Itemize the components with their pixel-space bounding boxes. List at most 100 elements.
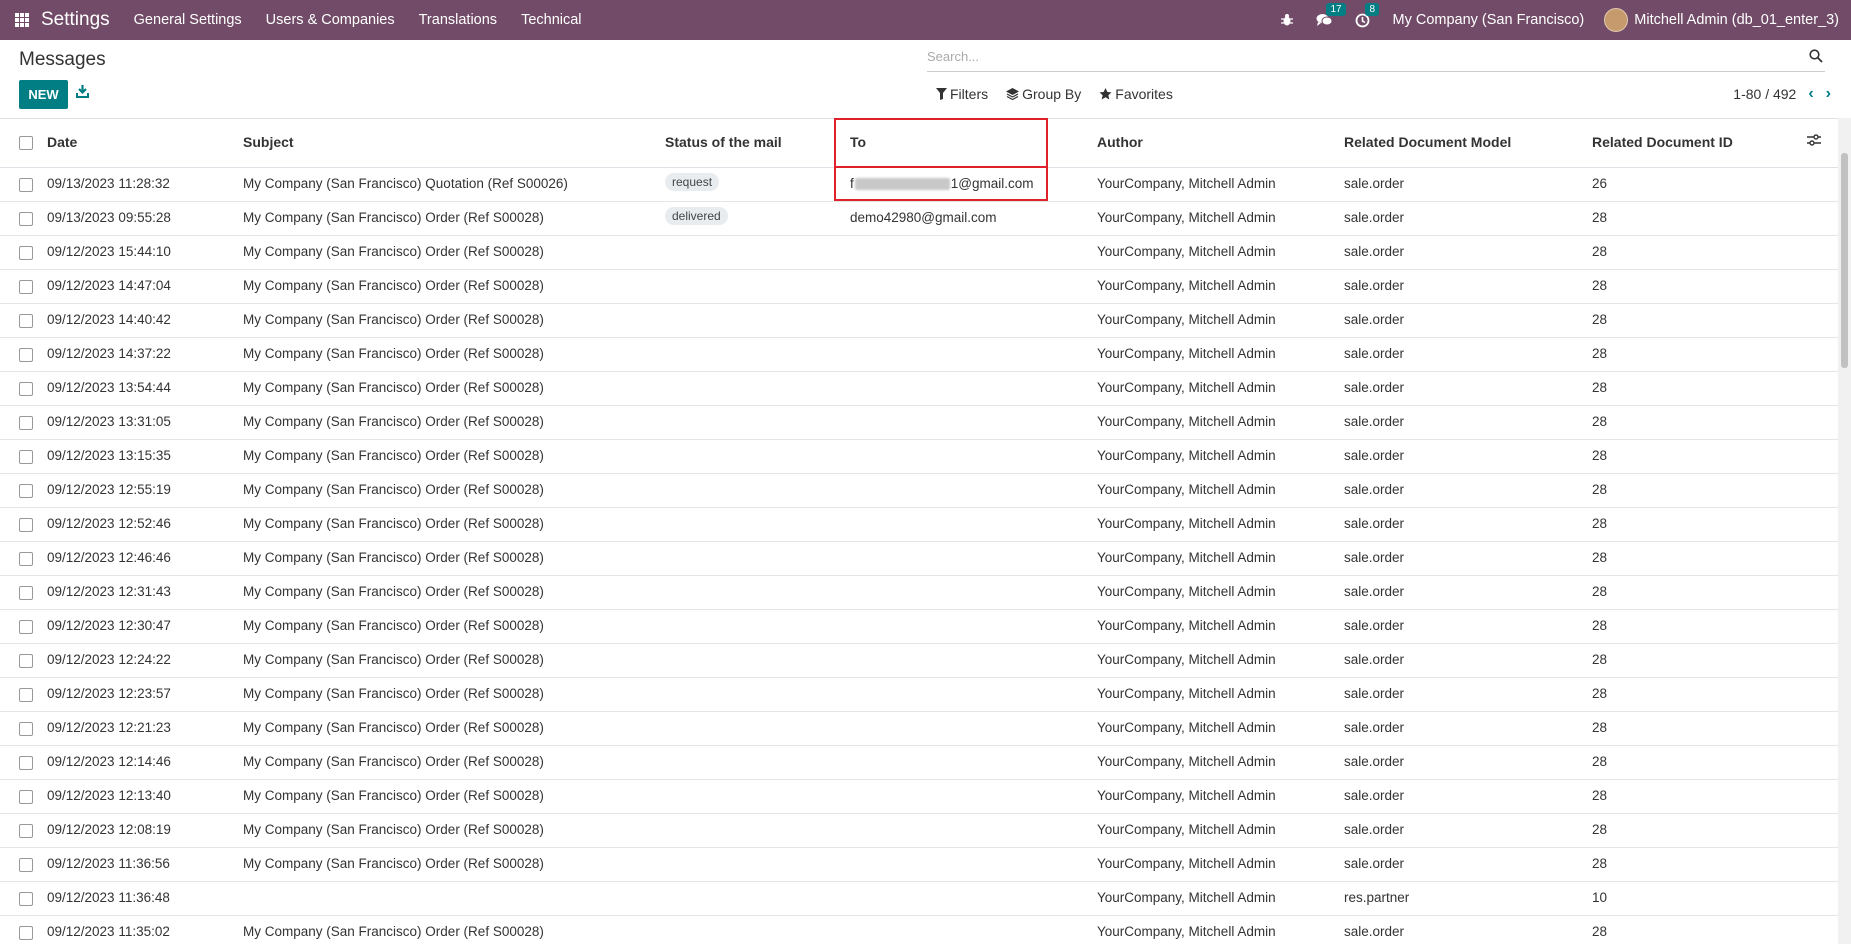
- favorites-button[interactable]: Favorites: [1099, 86, 1173, 102]
- row-checkbox[interactable]: [19, 280, 33, 294]
- table-row[interactable]: 09/12/2023 14:37:22 My Company (San Franc…: [0, 337, 1838, 372]
- col-author[interactable]: Author: [1097, 134, 1143, 150]
- row-checkbox[interactable]: [19, 348, 33, 362]
- cell-res-id: 28: [1592, 550, 1608, 565]
- table-row[interactable]: 09/12/2023 14:40:42 My Company (San Franc…: [0, 303, 1838, 338]
- chat-icon[interactable]: 17: [1316, 3, 1346, 27]
- row-checkbox[interactable]: [19, 518, 33, 532]
- search-bar: [927, 44, 1825, 72]
- row-checkbox[interactable]: [19, 790, 33, 804]
- row-checkbox[interactable]: [19, 552, 33, 566]
- chevron-left-icon[interactable]: ‹: [1808, 85, 1813, 103]
- cell-date: 09/12/2023 12:08:19: [47, 822, 171, 837]
- row-checkbox[interactable]: [19, 654, 33, 668]
- row-checkbox[interactable]: [19, 722, 33, 736]
- row-checkbox[interactable]: [19, 824, 33, 838]
- app-brand[interactable]: Settings: [41, 9, 110, 31]
- table-row[interactable]: 09/12/2023 12:24:22 My Company (San Franc…: [0, 643, 1838, 678]
- col-model[interactable]: Related Document Model: [1344, 134, 1511, 150]
- menu-users-companies[interactable]: Users & Companies: [266, 12, 395, 28]
- col-status[interactable]: Status of the mail: [665, 134, 782, 150]
- select-all-checkbox[interactable]: [19, 136, 33, 150]
- table-row[interactable]: 09/12/2023 11:36:48 YourCompany, Mitchell…: [0, 881, 1838, 916]
- col-date[interactable]: Date: [47, 134, 77, 150]
- row-checkbox[interactable]: [19, 382, 33, 396]
- cell-date: 09/12/2023 12:13:40: [47, 788, 171, 803]
- cell-res-id: 28: [1592, 686, 1608, 701]
- table-row[interactable]: 09/13/2023 09:55:28 My Company (San Franc…: [0, 201, 1838, 236]
- table-row[interactable]: 09/12/2023 15:44:10 My Company (San Franc…: [0, 235, 1838, 270]
- apps-grid-icon[interactable]: [15, 13, 29, 27]
- menu-translations[interactable]: Translations: [419, 12, 497, 28]
- table-row[interactable]: 09/12/2023 11:35:02 My Company (San Franc…: [0, 915, 1838, 944]
- user-menu[interactable]: Mitchell Admin (db_01_enter_3): [1634, 12, 1839, 28]
- row-checkbox[interactable]: [19, 756, 33, 770]
- cell-author: YourCompany, Mitchell Admin: [1097, 550, 1276, 565]
- table-row[interactable]: 09/12/2023 12:23:57 My Company (San Franc…: [0, 677, 1838, 712]
- clock-icon[interactable]: 8: [1355, 2, 1380, 28]
- table-row[interactable]: 09/12/2023 12:08:19 My Company (San Franc…: [0, 813, 1838, 848]
- row-checkbox[interactable]: [19, 892, 33, 906]
- cell-author: YourCompany, Mitchell Admin: [1097, 788, 1276, 803]
- company-switcher[interactable]: My Company (San Francisco): [1392, 12, 1584, 28]
- table-row[interactable]: 09/12/2023 12:30:47 My Company (San Franc…: [0, 609, 1838, 644]
- navbar-right: 17 8 My Company (San Francisco) Mitchell…: [1280, 0, 1851, 40]
- cell-author: YourCompany, Mitchell Admin: [1097, 584, 1276, 599]
- cell-res-id: 28: [1592, 312, 1608, 327]
- cell-model: sale.order: [1344, 278, 1405, 293]
- cell-author: YourCompany, Mitchell Admin: [1097, 618, 1276, 633]
- row-checkbox[interactable]: [19, 450, 33, 464]
- col-res-id[interactable]: Related Document ID: [1592, 134, 1733, 150]
- table-row[interactable]: 09/12/2023 12:31:43 My Company (San Franc…: [0, 575, 1838, 610]
- download-icon[interactable]: [76, 84, 92, 102]
- table-row[interactable]: 09/12/2023 12:55:19 My Company (San Franc…: [0, 473, 1838, 508]
- menu-general-settings[interactable]: General Settings: [134, 12, 242, 28]
- new-button[interactable]: NEW: [19, 80, 68, 109]
- cell-res-id: 28: [1592, 278, 1608, 293]
- pager-value[interactable]: 1-80 / 492: [1733, 86, 1796, 102]
- cell-author: YourCompany, Mitchell Admin: [1097, 924, 1276, 939]
- row-checkbox[interactable]: [19, 858, 33, 872]
- table-row[interactable]: 09/12/2023 13:54:44 My Company (San Franc…: [0, 371, 1838, 406]
- cell-date: 09/12/2023 12:52:46: [47, 516, 171, 531]
- table-row[interactable]: 09/12/2023 12:21:23 My Company (San Franc…: [0, 711, 1838, 746]
- table-row[interactable]: 09/12/2023 14:47:04 My Company (San Franc…: [0, 269, 1838, 304]
- table-row[interactable]: 09/12/2023 13:15:35 My Company (San Franc…: [0, 439, 1838, 474]
- chevron-right-icon[interactable]: ›: [1826, 85, 1831, 103]
- row-checkbox[interactable]: [19, 586, 33, 600]
- search-input[interactable]: [927, 44, 1797, 68]
- menu-technical[interactable]: Technical: [521, 12, 581, 28]
- row-checkbox[interactable]: [19, 212, 33, 226]
- table-row[interactable]: 09/12/2023 11:36:56 My Company (San Franc…: [0, 847, 1838, 882]
- table-row[interactable]: 09/12/2023 12:52:46 My Company (San Franc…: [0, 507, 1838, 542]
- row-checkbox[interactable]: [19, 620, 33, 634]
- row-checkbox[interactable]: [19, 484, 33, 498]
- cell-author: YourCompany, Mitchell Admin: [1097, 822, 1276, 837]
- row-checkbox[interactable]: [19, 416, 33, 430]
- search-icon[interactable]: [1809, 49, 1823, 67]
- row-checkbox[interactable]: [19, 178, 33, 192]
- table-scrollbar[interactable]: [1838, 118, 1851, 944]
- row-checkbox[interactable]: [19, 926, 33, 940]
- avatar[interactable]: [1604, 8, 1629, 32]
- bug-icon[interactable]: [1280, 13, 1294, 27]
- row-checkbox[interactable]: [19, 246, 33, 260]
- row-checkbox[interactable]: [19, 314, 33, 328]
- table-row[interactable]: 09/12/2023 12:46:46 My Company (San Franc…: [0, 541, 1838, 576]
- table-row[interactable]: 09/12/2023 12:14:46 My Company (San Franc…: [0, 745, 1838, 780]
- column-settings-icon[interactable]: [1807, 133, 1821, 150]
- cell-model: sale.order: [1344, 380, 1405, 395]
- to-header-highlight: [834, 118, 1048, 168]
- cell-date: 09/12/2023 12:23:57: [47, 686, 171, 701]
- cell-author: YourCompany, Mitchell Admin: [1097, 448, 1276, 463]
- star-icon: [1099, 88, 1112, 100]
- cell-author: YourCompany, Mitchell Admin: [1097, 856, 1276, 871]
- row-checkbox[interactable]: [19, 688, 33, 702]
- col-subject[interactable]: Subject: [243, 134, 294, 150]
- cell-subject: My Company (San Francisco) Order (Ref S0…: [243, 482, 544, 497]
- table-row[interactable]: 09/12/2023 12:13:40 My Company (San Franc…: [0, 779, 1838, 814]
- filters-button[interactable]: Filters: [936, 86, 988, 102]
- cell-subject: My Company (San Francisco) Order (Ref S0…: [243, 584, 544, 599]
- group-by-button[interactable]: Group By: [1006, 86, 1081, 102]
- table-row[interactable]: 09/12/2023 13:31:05 My Company (San Franc…: [0, 405, 1838, 440]
